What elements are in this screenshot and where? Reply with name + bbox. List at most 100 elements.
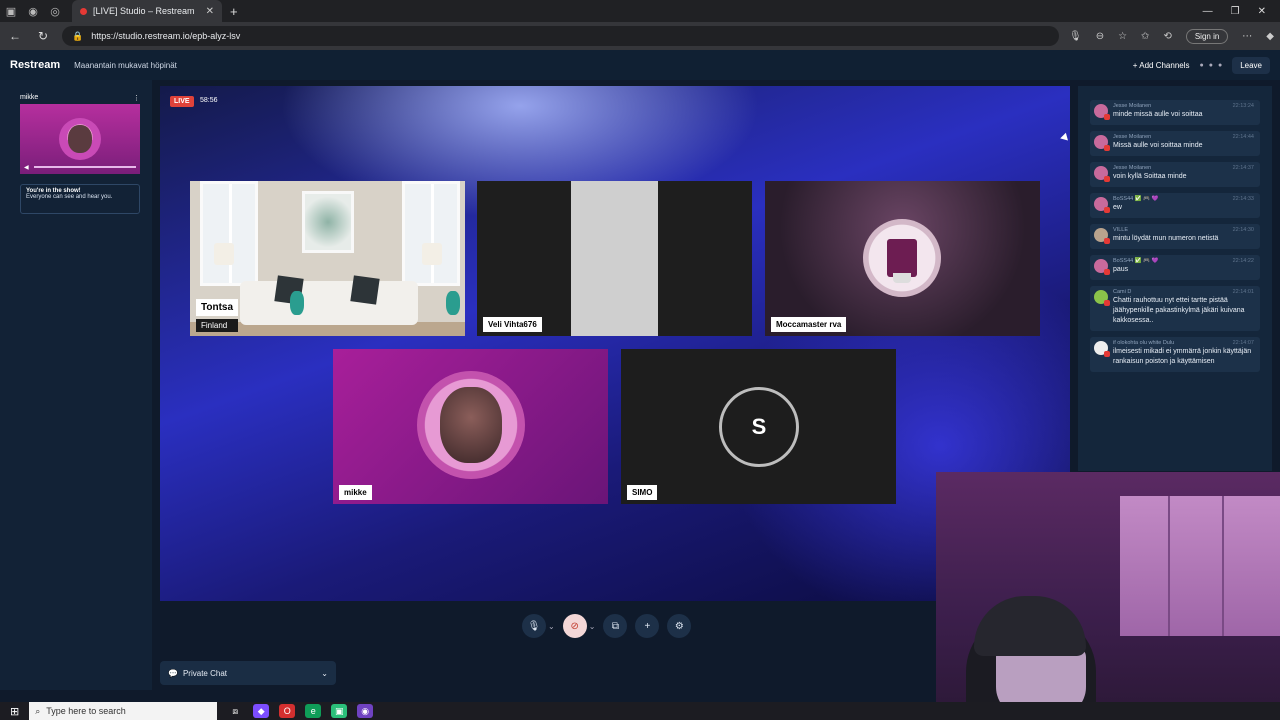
sofa-pillow bbox=[350, 275, 380, 305]
add-button[interactable]: + bbox=[635, 614, 660, 638]
leave-button[interactable]: Leave bbox=[1232, 56, 1270, 74]
chat-avatar bbox=[1094, 166, 1110, 182]
channel-icon[interactable]: ● bbox=[1200, 62, 1204, 69]
participant-tile-tontsa[interactable]: Tontsa Finland bbox=[190, 181, 465, 336]
history-icon[interactable]: ⟲ bbox=[1163, 31, 1171, 42]
coffee-maker-image bbox=[887, 239, 917, 283]
url-field[interactable]: 🔒 https://studio.restream.io/epb-alyz-ls… bbox=[62, 26, 1059, 46]
chat-message: Cami D Chatti rauhottuu nyt ettei tartte … bbox=[1090, 286, 1260, 331]
chat-text: paus bbox=[1113, 266, 1129, 273]
chat-timestamp: 22:14:33 bbox=[1232, 196, 1254, 202]
mic-permission-icon[interactable]: 🎙 bbox=[1069, 31, 1082, 42]
avatar bbox=[863, 219, 941, 297]
self-view-card[interactable]: mikke ⋮ ◀ bbox=[20, 94, 140, 184]
self-view-menu-icon[interactable]: ⋮ bbox=[133, 94, 140, 102]
participant-tile-mikke[interactable]: mikke bbox=[333, 349, 608, 504]
chat-text: minde missä aulle voi soittaa bbox=[1113, 111, 1203, 118]
room-vase bbox=[290, 291, 304, 315]
chat-message: Jesse Moilanen voin kyllä Soittaa minde 2… bbox=[1090, 162, 1260, 187]
back-icon[interactable]: ← bbox=[6, 29, 24, 43]
chat-timestamp: 22:14:44 bbox=[1232, 134, 1254, 140]
app-icon[interactable]: ◆ bbox=[253, 704, 270, 718]
participant-name: Veli Vihta676 bbox=[483, 317, 542, 332]
chat-timestamp: 22:14:01 bbox=[1232, 289, 1254, 295]
edge-icon[interactable]: e bbox=[305, 704, 322, 718]
browser-tab-strip: ▣ ◉ ◎ [LIVE] Studio – Restream ✕ + — ❐ ✕ bbox=[0, 0, 1280, 22]
more-icon[interactable]: ⋯ bbox=[1242, 31, 1252, 42]
chat-message: Jesse Moilanen minde missä aulle voi soit… bbox=[1090, 100, 1260, 125]
face-image bbox=[68, 125, 92, 153]
camera-off-icon: ⊘ bbox=[570, 620, 579, 632]
room-window bbox=[200, 181, 258, 286]
audio-level-bar bbox=[34, 166, 136, 168]
avatar bbox=[59, 118, 101, 160]
chat-panel[interactable]: Jesse Moilanen minde missä aulle voi soit… bbox=[1078, 86, 1272, 471]
chat-timestamp: 22:13:24 bbox=[1232, 103, 1254, 109]
chat-message: BoSS44 ✅ 🎮 💜 paus 22:14:22 bbox=[1090, 255, 1260, 280]
channel-icon[interactable]: ● bbox=[1209, 62, 1213, 69]
mouse-cursor-icon bbox=[1060, 132, 1070, 144]
chat-avatar bbox=[1094, 135, 1110, 151]
mic-icon: 🎙 bbox=[527, 620, 541, 632]
task-view-icon[interactable]: ⧈ bbox=[227, 704, 243, 718]
webcam-overlay bbox=[936, 472, 1280, 720]
participant-tile-veli[interactable]: Veli Vihta676 bbox=[477, 181, 752, 336]
minimize-icon[interactable]: — bbox=[1203, 6, 1213, 17]
browser-tab[interactable]: [LIVE] Studio – Restream ✕ bbox=[72, 0, 222, 22]
camera-button[interactable]: ⊘ bbox=[562, 614, 587, 638]
chat-avatar bbox=[1094, 228, 1110, 244]
room-window bbox=[402, 181, 460, 286]
in-show-notice: You're in the show! Everyone can see and… bbox=[20, 184, 140, 214]
record-icon[interactable]: ◎ bbox=[44, 0, 66, 22]
close-window-icon[interactable]: ✕ bbox=[1258, 6, 1266, 17]
mic-options-chevron-icon[interactable]: ⌄ bbox=[548, 622, 555, 631]
app-header: Restream Maanantain mukavat höpinät + Ad… bbox=[0, 50, 1280, 80]
search-icon: ⌕ bbox=[35, 705, 41, 716]
chevron-down-icon: ⌄ bbox=[321, 668, 328, 678]
close-tab-icon[interactable]: ✕ bbox=[206, 6, 214, 17]
zoom-icon[interactable]: ⊖ bbox=[1096, 31, 1104, 42]
reload-icon[interactable]: ↻ bbox=[34, 29, 52, 43]
live-badge: LIVE bbox=[170, 96, 194, 107]
opera-icon[interactable]: O bbox=[279, 704, 296, 718]
os-taskbar: ⊞ ⌕ Type here to search ⧈ ◆ O e ▣ ◉ bbox=[0, 702, 1280, 720]
window-controls: — ❐ ✕ bbox=[1203, 6, 1280, 17]
camera-options-chevron-icon[interactable]: ⌄ bbox=[589, 622, 596, 631]
chat-avatar bbox=[1094, 197, 1110, 213]
channel-icon[interactable]: ● bbox=[1218, 62, 1222, 69]
room-sofa bbox=[240, 281, 418, 325]
chat-message: BoSS44 ✅ 🎮 💜 ew 22:14:33 bbox=[1090, 193, 1260, 218]
share-screen-button[interactable]: ⧉ bbox=[603, 614, 628, 638]
sign-in-button[interactable]: Sign in bbox=[1185, 28, 1229, 44]
restream-logo: Restream bbox=[10, 59, 61, 71]
window-menu-icon[interactable]: ▣ bbox=[0, 0, 22, 22]
cabinet-seam bbox=[1168, 496, 1170, 636]
participant-tile-simo[interactable]: S SIMO bbox=[621, 349, 896, 504]
profile-icon[interactable]: ◉ bbox=[22, 0, 44, 22]
app-icon[interactable]: ▣ bbox=[331, 704, 348, 718]
room-lamp bbox=[214, 243, 234, 265]
streamer-beanie bbox=[974, 596, 1086, 656]
private-chat-toggle[interactable]: 💬 Private Chat ⌄ bbox=[160, 661, 336, 685]
taskbar-search[interactable]: ⌕ Type here to search bbox=[29, 702, 218, 720]
chat-text: voin kyllä Soittaa minde bbox=[1113, 173, 1187, 180]
studio-controls: 🎙 ⌄ ⊘ ⌄ ⧉ + ⚙ bbox=[522, 612, 692, 640]
participant-tile-moccamaster[interactable]: Moccamaster rva bbox=[765, 181, 1040, 336]
settings-button[interactable]: ⚙ bbox=[667, 614, 692, 638]
app-icon[interactable]: ◉ bbox=[357, 704, 374, 718]
new-tab-icon[interactable]: + bbox=[230, 4, 238, 19]
windows-start-icon[interactable]: ⊞ bbox=[10, 705, 19, 718]
maximize-icon[interactable]: ❐ bbox=[1231, 6, 1240, 17]
chat-text: Chatti rauhottuu nyt ettei tartte pistää… bbox=[1113, 297, 1245, 324]
mic-button[interactable]: 🎙 bbox=[522, 614, 546, 638]
collections-icon[interactable]: ✩ bbox=[1141, 31, 1149, 42]
room-lamp bbox=[422, 243, 442, 265]
favorite-icon[interactable]: ☆ bbox=[1118, 31, 1127, 42]
url-text: https://studio.restream.io/epb-alyz-lsv bbox=[91, 31, 241, 41]
kitchen-cabinets bbox=[1120, 496, 1280, 636]
chat-bubble-icon: 💬 bbox=[168, 668, 178, 678]
stage-canvas: LIVE 58:56 Tontsa Finland Veli Vihta676 … bbox=[160, 86, 1070, 601]
stream-title[interactable]: Maanantain mukavat höpinät bbox=[74, 61, 177, 70]
copilot-icon[interactable]: ◆ bbox=[1266, 31, 1274, 42]
add-channels-button[interactable]: + Add Channels bbox=[1133, 61, 1190, 70]
